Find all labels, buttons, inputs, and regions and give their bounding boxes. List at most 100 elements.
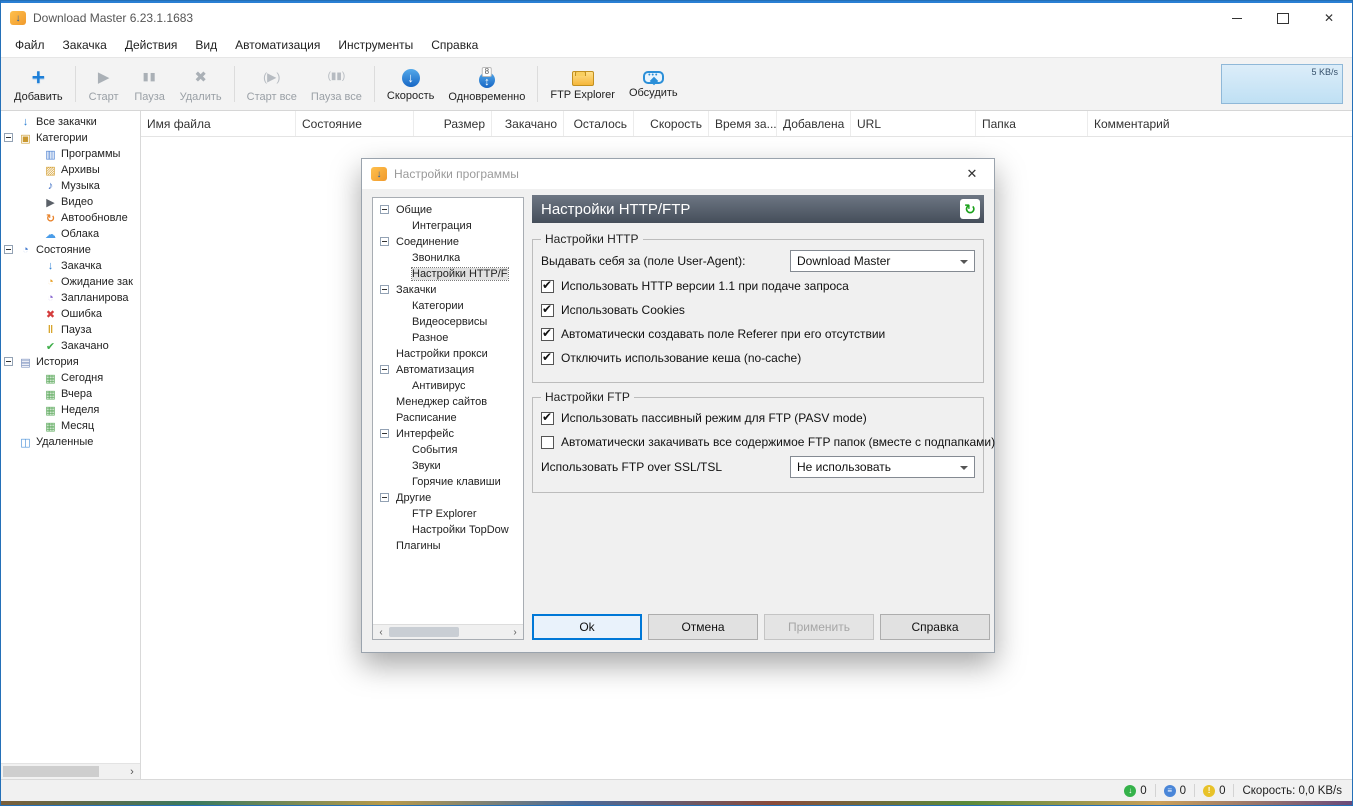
menu-item-actions[interactable]: Действия [116,35,187,55]
settings-tree-item-20[interactable]: Настройки TopDow [373,522,523,538]
sidebar-item-music[interactable]: ♪ Музыка [1,178,140,194]
collapse-toggle-icon[interactable] [380,493,389,502]
settings-tree-item-15[interactable]: События [373,442,523,458]
settings-tree-item-4[interactable]: Настройки HTTP/F [373,266,523,282]
scrollbar-thumb[interactable] [389,627,459,637]
menu-item-tools[interactable]: Инструменты [329,35,422,55]
toolbar-speed-button[interactable]: Скорость [380,65,442,104]
apply-button[interactable]: Применить [764,614,874,640]
sidebar-item-week[interactable]: ▦ Неделя [1,402,140,418]
checkbox-http-1[interactable]: Использовать Cookies [541,298,975,322]
sidebar-item-history[interactable]: ▤ История [1,354,140,370]
menu-item-downloads[interactable]: Закачка [54,35,116,55]
checkbox-ftp-1[interactable]: Автоматически закачивать все содержимое … [541,430,995,454]
column-header-7[interactable]: Добавлена [777,111,851,136]
sidebar-item-clouds[interactable]: ☁ Облака [1,226,140,242]
settings-tree-item-21[interactable]: Плагины [373,538,523,554]
sidebar-item-today[interactable]: ▦ Сегодня [1,370,140,386]
collapse-toggle-icon[interactable] [380,365,389,374]
user-agent-combobox[interactable]: Download Master [790,250,975,272]
scroll-left-arrow-icon[interactable] [374,626,388,638]
sidebar-item-month[interactable]: ▦ Месяц [1,418,140,434]
settings-tree-item-13[interactable]: Расписание [373,410,523,426]
sidebar-item-scheduled[interactable]: ◔ Запланирова [1,290,140,306]
sidebar-item-video[interactable]: ▶ Видео [1,194,140,210]
column-header-5[interactable]: Скорость [634,111,709,136]
settings-tree-item-5[interactable]: Закачки [373,282,523,298]
sidebar-item-status[interactable]: ◔ Состояние [1,242,140,258]
settings-tree-item-2[interactable]: Соединение [373,234,523,250]
menu-item-view[interactable]: Вид [186,35,226,55]
toolbar-pause-button[interactable]: Пауза [127,64,173,105]
settings-tree-item-18[interactable]: Другие [373,490,523,506]
close-button[interactable] [1306,3,1352,33]
sidebar-item-all-downloads[interactable]: ↓ Все закачки [1,114,140,130]
settings-tree-item-0[interactable]: Общие [373,202,523,218]
sidebar-item-autoupdate[interactable]: ↻ Автообновле [1,210,140,226]
settings-tree-item-12[interactable]: Менеджер сайтов [373,394,523,410]
sidebar-item-categories[interactable]: ▣ Категории [1,130,140,146]
column-header-2[interactable]: Размер [414,111,492,136]
settings-tree-hscrollbar[interactable] [373,624,523,639]
settings-tree-item-3[interactable]: Звонилка [373,250,523,266]
settings-tree-item-10[interactable]: Автоматизация [373,362,523,378]
collapse-toggle-icon[interactable] [380,285,389,294]
settings-tree-item-17[interactable]: Горячие клавиши [373,474,523,490]
column-header-1[interactable]: Состояние [296,111,414,136]
minimize-button[interactable] [1214,3,1260,33]
reset-defaults-icon[interactable] [960,199,980,219]
sidebar-item-downloading[interactable]: ↓ Закачка [1,258,140,274]
settings-tree-item-7[interactable]: Видеосервисы [373,314,523,330]
scrollbar-thumb[interactable] [3,766,99,777]
column-header-10[interactable]: Комментарий [1088,111,1352,136]
menu-item-help[interactable]: Справка [422,35,487,55]
menu-item-automation[interactable]: Автоматизация [226,35,329,55]
column-header-0[interactable]: Имя файла [141,111,296,136]
column-header-6[interactable]: Время за... [709,111,777,136]
maximize-button[interactable] [1260,3,1306,33]
sidebar-item-waiting[interactable]: ◔ Ожидание зак [1,274,140,290]
column-header-3[interactable]: Закачано [492,111,564,136]
settings-tree-item-16[interactable]: Звуки [373,458,523,474]
cancel-button[interactable]: Отмена [648,614,758,640]
collapse-toggle-icon[interactable] [380,429,389,438]
checkbox-http-0[interactable]: Использовать HTTP версии 1.1 при подаче … [541,274,975,298]
sidebar-hscrollbar[interactable] [1,763,140,779]
checkbox-http-3[interactable]: Отключить использование кеша (no-cache) [541,346,975,370]
toolbar-add-button[interactable]: Добавить [7,64,70,105]
column-header-4[interactable]: Осталось [564,111,634,136]
settings-tree-item-1[interactable]: Интеграция [373,218,523,234]
settings-tree-item-19[interactable]: FTP Explorer [373,506,523,522]
settings-tree-item-14[interactable]: Интерфейс [373,426,523,442]
scroll-right-arrow-icon[interactable] [508,626,522,638]
toolbar-pause-all-button[interactable]: Пауза все [304,64,369,105]
sidebar-item-deleted[interactable]: ◫ Удаленные [1,434,140,450]
toolbar-start-button[interactable]: Старт [81,64,127,105]
collapse-toggle-icon[interactable] [380,205,389,214]
column-header-9[interactable]: Папка [976,111,1088,136]
sidebar-item-completed[interactable]: ✔ Закачано [1,338,140,354]
sidebar-item-yesterday[interactable]: ▦ Вчера [1,386,140,402]
toolbar-ftp-explorer-button[interactable]: FTP Explorer [543,65,622,103]
collapse-toggle-icon[interactable] [4,357,13,366]
collapse-toggle-icon[interactable] [4,245,13,254]
collapse-toggle-icon[interactable] [380,237,389,246]
scroll-right-arrow-icon[interactable] [125,765,139,778]
ok-button[interactable]: Ok [532,614,642,640]
collapse-toggle-icon[interactable] [4,133,13,142]
settings-tree-item-8[interactable]: Разное [373,330,523,346]
toolbar-simultaneous-button[interactable]: Одновременно [441,64,532,105]
settings-tree-item-6[interactable]: Категории [373,298,523,314]
menu-item-file[interactable]: Файл [6,35,54,55]
settings-tree-item-11[interactable]: Антивирус [373,378,523,394]
column-header-8[interactable]: URL [851,111,976,136]
sidebar-item-programs[interactable]: ▥ Программы [1,146,140,162]
toolbar-delete-button[interactable]: Удалить [173,64,229,105]
checkbox-http-2[interactable]: Автоматически создавать поле Referer при… [541,322,975,346]
sidebar-item-archives[interactable]: ▨ Архивы [1,162,140,178]
sidebar-item-error[interactable]: ✖ Ошибка [1,306,140,322]
help-button[interactable]: Справка [880,614,990,640]
settings-tree-item-9[interactable]: Настройки прокси [373,346,523,362]
sidebar-item-paused[interactable]: ‖ Пауза [1,322,140,338]
toolbar-start-all-button[interactable]: Старт все [240,64,304,105]
